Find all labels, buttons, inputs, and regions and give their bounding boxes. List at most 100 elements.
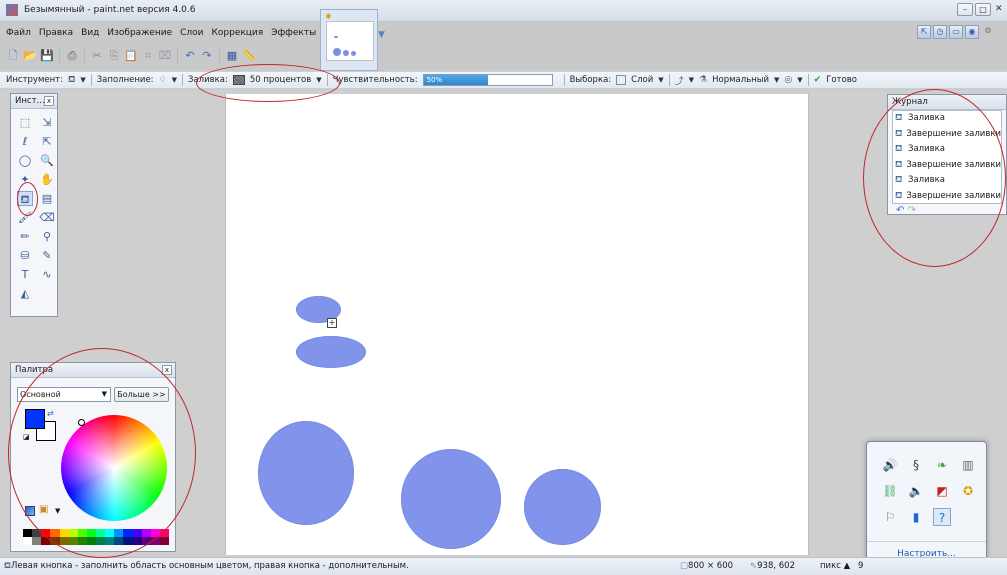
chevron-down-icon[interactable]: ▼ (797, 76, 802, 84)
settings-gear-icon[interactable]: ⚙ (981, 25, 995, 39)
history-item[interactable]: ⛾ Завершение заливки (893, 127, 1001, 143)
menu-layers[interactable]: Слои (180, 28, 203, 38)
tools-panel-header[interactable]: Инст... x (11, 94, 57, 109)
color-picker-icon[interactable]: ⚲ (39, 229, 55, 244)
undo-icon[interactable]: ↶ (896, 205, 904, 216)
palette-options-icon[interactable] (25, 506, 35, 516)
paint-bucket-icon[interactable]: ⛾ (17, 191, 33, 206)
primary-color-swatch[interactable] (25, 409, 45, 429)
ellipse-select-icon[interactable]: ◯ (17, 153, 33, 168)
menu-adjustments[interactable]: Коррекция (212, 28, 264, 38)
status-units[interactable]: пикс ▲ (820, 558, 850, 575)
palette-swatch[interactable] (141, 529, 151, 537)
ready-button[interactable]: Готово (826, 75, 857, 85)
palette-swatch[interactable] (114, 529, 124, 537)
redo-icon[interactable]: ↷ (908, 205, 916, 216)
palette-swatch[interactable] (132, 529, 142, 537)
palette-swatch[interactable] (123, 529, 133, 537)
chevron-down-icon[interactable]: ▼ (658, 76, 663, 84)
network-icon[interactable]: ⛓ (881, 482, 899, 500)
palette-swatch[interactable] (105, 529, 115, 537)
minimize-button[interactable]: – (957, 3, 973, 16)
flag-icon[interactable]: ⚐ (881, 508, 899, 526)
redo-icon[interactable]: ↷ (200, 49, 214, 63)
update-icon[interactable]: ✪ (959, 482, 977, 500)
palette-panel-header[interactable]: Палитра x (11, 363, 175, 378)
palette-swatch[interactable] (96, 537, 106, 545)
palette-swatch[interactable] (105, 537, 115, 545)
magic-wand-icon[interactable]: ✦ (17, 172, 33, 187)
undo-icon[interactable]: ↶ (183, 49, 197, 63)
print-icon[interactable]: ⎙ (65, 49, 79, 63)
history-item[interactable]: ⛾ Заливка (893, 142, 1001, 158)
menu-edit[interactable]: Правка (39, 28, 73, 38)
colors-window-icon[interactable]: ◉ (965, 25, 979, 39)
image-tab[interactable]: ✱ (320, 9, 378, 71)
eraser-icon[interactable]: ⌫ (39, 210, 55, 225)
palette-swatch[interactable] (150, 537, 160, 545)
copy-icon[interactable]: ⎘ (107, 49, 121, 63)
close-button[interactable]: ✕ (995, 3, 1007, 16)
gradient-icon[interactable]: ▤ (39, 191, 55, 206)
open-file-icon[interactable]: 📂 (23, 49, 37, 63)
shapes-icon[interactable]: ◭ (17, 286, 33, 301)
history-item[interactable]: ⛾ Завершение заливки (893, 189, 1001, 204)
history-item[interactable]: ⛾ Заливка (893, 173, 1001, 189)
menu-effects[interactable]: Эффекты (271, 28, 316, 38)
history-panel-header[interactable]: Журнал (888, 95, 1006, 110)
pencil-icon[interactable]: ✏ (17, 229, 33, 244)
palette-swatch[interactable] (150, 529, 160, 537)
pan-icon[interactable]: ✋ (39, 172, 55, 187)
move-selected-icon[interactable]: ⇱ (39, 134, 55, 149)
sync-icon[interactable]: § (907, 456, 925, 474)
pdf-icon[interactable]: ◩ (933, 482, 951, 500)
chevron-down-icon[interactable]: ▼ (80, 76, 85, 84)
palette-swatch[interactable] (68, 537, 78, 545)
swap-colors-icon[interactable]: ⇄ (47, 409, 54, 418)
chevron-down-icon[interactable]: ▼ (774, 76, 779, 84)
history-window-icon[interactable]: ◷ (933, 25, 947, 39)
palette-swatch[interactable] (32, 529, 42, 537)
paste-icon[interactable]: 📋 (124, 49, 138, 63)
deselect-icon[interactable]: ⌧ (158, 49, 172, 63)
close-icon[interactable]: x (162, 365, 172, 375)
crop-icon[interactable]: ⌗ (141, 49, 155, 63)
antialias-icon[interactable]: ⤴ (675, 74, 684, 87)
palette-swatch[interactable] (32, 537, 42, 545)
target-icon[interactable]: ◎ (784, 75, 792, 85)
save-icon[interactable]: 💾 (40, 49, 54, 63)
text-icon[interactable]: T (17, 267, 33, 282)
palette-swatch[interactable] (50, 529, 60, 537)
volume-icon[interactable]: 🔊 (881, 456, 899, 474)
palette-swatch[interactable] (114, 537, 124, 545)
history-item[interactable]: ⛾ Заливка (893, 111, 1001, 127)
menu-image[interactable]: Изображение (107, 28, 172, 38)
chevron-down-icon[interactable]: ▼ (689, 76, 694, 84)
palette-swatch[interactable] (59, 529, 69, 537)
palette-swatch[interactable] (132, 537, 142, 545)
help-icon[interactable]: ? (933, 508, 951, 526)
palette-swatch[interactable] (159, 537, 169, 545)
palette-swatch[interactable] (159, 529, 169, 537)
fill-pattern-swatch[interactable] (232, 75, 245, 85)
palette-swatch[interactable] (59, 537, 69, 545)
color-wheel[interactable] (61, 415, 167, 521)
status-zoom[interactable]: 9 (858, 558, 863, 575)
zoom-icon[interactable]: 🔍 (39, 153, 55, 168)
clone-stamp-icon[interactable]: ⛁ (17, 248, 33, 263)
lasso-select-icon[interactable]: ℓ (17, 134, 33, 149)
paint-bucket-icon[interactable]: ⛾ (68, 75, 75, 86)
speaker-icon[interactable]: 🔈 (907, 482, 925, 500)
close-icon[interactable]: x (44, 96, 54, 106)
palette-swatch[interactable] (23, 529, 33, 537)
more-button[interactable]: Больше >> (114, 387, 169, 402)
chevron-down-icon[interactable]: ▼ (55, 507, 60, 515)
fill-mode-icon[interactable]: ♢ (159, 75, 167, 85)
ruler-icon[interactable]: 📏 (242, 49, 256, 63)
palette-select[interactable]: Основной ▼ (17, 387, 111, 402)
palette-swatch[interactable] (86, 537, 96, 545)
rectangle-select-icon[interactable]: ⬚ (17, 115, 33, 130)
palette-swatch[interactable] (41, 537, 51, 545)
maximize-button[interactable]: □ (975, 3, 991, 16)
selection-value[interactable]: Слой (631, 75, 653, 85)
